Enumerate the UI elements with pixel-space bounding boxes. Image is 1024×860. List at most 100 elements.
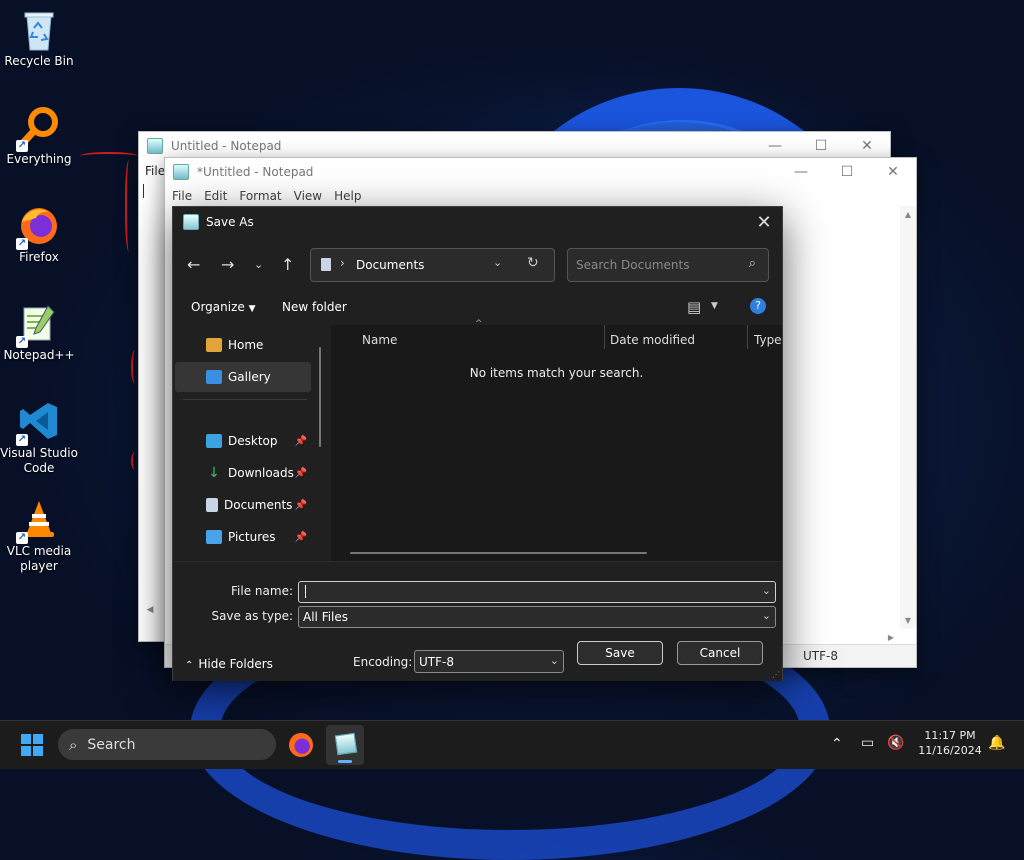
notepadpp-icon: ↗	[16, 302, 60, 348]
notepad-icon	[173, 164, 189, 180]
show-hidden-icons-chevron-icon[interactable]: ⌃	[831, 736, 843, 752]
menu-help[interactable]: Help	[334, 189, 361, 203]
close-button[interactable]: ✕	[844, 138, 890, 154]
title-bar[interactable]: Untitled - Notepad — ☐ ✕	[139, 132, 890, 160]
breadcrumb-documents[interactable]: Documents	[356, 258, 424, 272]
notepad-icon	[147, 138, 163, 154]
desktop-icon-vlc[interactable]: ↗ VLC media player	[0, 498, 78, 574]
minimize-button[interactable]: —	[752, 138, 798, 154]
search-input[interactable]: Search Documents ⌕	[567, 248, 769, 282]
menu-format[interactable]: Format	[239, 189, 281, 203]
taskbar-search-box[interactable]: ⌕ Search	[58, 729, 276, 760]
menu-view[interactable]: View	[294, 189, 322, 203]
title-bar[interactable]: *Untitled - Notepad — ☐ ✕	[165, 158, 916, 186]
column-header-name[interactable]: Name	[362, 327, 397, 353]
home-icon	[206, 338, 222, 352]
notification-bell-icon[interactable]: 🔔	[988, 735, 1005, 751]
chevron-down-icon: ▼	[248, 304, 256, 314]
sidebar-item-desktop[interactable]: Desktop 📌	[175, 426, 311, 456]
organize-button[interactable]: Organize ▼	[191, 300, 256, 314]
save-button[interactable]: Save	[577, 641, 663, 665]
sidebar-scrollbar[interactable]	[319, 347, 321, 447]
documents-icon	[321, 258, 331, 271]
save-as-type-select[interactable]: All Files ⌄	[298, 606, 776, 628]
pin-icon[interactable]: 📌	[295, 468, 307, 479]
column-separator[interactable]	[604, 325, 605, 349]
desktop-folder-icon	[206, 434, 222, 448]
minimize-button[interactable]: —	[778, 164, 824, 180]
recent-locations-chevron-icon[interactable]: ⌄	[254, 258, 263, 271]
desktop-icon-everything[interactable]: ↗ Everything	[0, 106, 78, 167]
address-dropdown-icon[interactable]: ⌄	[493, 256, 502, 269]
chevron-down-icon[interactable]: ⌄	[762, 609, 771, 622]
pin-icon[interactable]: 📌	[295, 500, 307, 511]
menu-file[interactable]: File	[172, 189, 192, 203]
encoding-select[interactable]: UTF-8 ⌄	[414, 650, 564, 673]
resize-grip-icon[interactable]: ⋰	[772, 670, 780, 679]
search-icon[interactable]: ⌕	[749, 256, 756, 271]
scroll-down-arrow-icon[interactable]: ▼	[900, 616, 916, 625]
window-title: Untitled - Notepad	[171, 139, 282, 153]
volume-muted-icon[interactable]: 🔇	[887, 735, 904, 751]
refresh-icon[interactable]: ↻	[527, 255, 539, 271]
dialog-title: Save As	[206, 215, 254, 229]
breadcrumb-chevron-icon: ›	[340, 256, 345, 270]
recycle-bin-icon	[18, 8, 60, 51]
save-as-dialog[interactable]: Save As ✕ ← → ⌄ ↑ › Documents ⌄ ↻ Search…	[172, 206, 783, 681]
sort-ascending-icon: ^	[475, 319, 483, 329]
network-icon[interactable]: ▭	[861, 735, 874, 751]
maximize-button[interactable]: ☐	[798, 138, 844, 154]
chevron-down-icon[interactable]: ⌄	[550, 654, 559, 667]
navigation-bar: ← → ⌄ ↑ › Documents ⌄ ↻ Search Documents…	[173, 247, 782, 283]
vertical-scrollbar[interactable]: ▲ ▼	[900, 206, 916, 629]
file-name-input[interactable]: ⌄	[298, 581, 776, 603]
scroll-right-arrow-icon[interactable]: ▶	[888, 633, 894, 642]
text-cursor	[143, 184, 144, 198]
desktop-icon-notepadpp[interactable]: ↗ Notepad++	[0, 302, 78, 363]
sidebar-item-downloads[interactable]: ↓ Downloads 📌	[175, 458, 311, 488]
column-header-type[interactable]: Type	[754, 327, 782, 353]
menu-edit[interactable]: Edit	[204, 189, 227, 203]
sidebar-item-pictures[interactable]: Pictures 📌	[175, 522, 311, 552]
back-arrow-icon[interactable]: ←	[187, 255, 200, 274]
annotation-mark	[125, 160, 135, 252]
pin-icon[interactable]: 📌	[295, 532, 307, 543]
column-header-date-modified[interactable]: Date modified	[610, 327, 695, 353]
pin-icon[interactable]: 📌	[295, 436, 307, 447]
file-list[interactable]: ^ Name Date modified Type No items match…	[331, 319, 782, 561]
view-dropdown-icon[interactable]: ▼	[711, 301, 718, 311]
help-icon[interactable]: ?	[750, 298, 766, 314]
downloads-icon: ↓	[208, 465, 220, 481]
desktop-icon-recycle-bin[interactable]: Recycle Bin	[0, 8, 78, 69]
desktop-icon-firefox[interactable]: ↗ Firefox	[0, 204, 78, 265]
notepad-taskbar-button[interactable]	[326, 725, 364, 765]
start-button[interactable]	[21, 734, 43, 756]
horizontal-scrollbar[interactable]	[350, 552, 647, 554]
column-separator[interactable]	[747, 325, 748, 349]
up-arrow-icon[interactable]: ↑	[281, 255, 294, 274]
scroll-up-arrow-icon[interactable]: ▲	[900, 210, 916, 219]
forward-arrow-icon[interactable]: →	[221, 255, 234, 274]
maximize-button[interactable]: ☐	[824, 164, 870, 180]
dialog-title-bar[interactable]: Save As ✕	[173, 207, 782, 237]
hide-folders-button[interactable]: ⌃ Hide Folders	[185, 657, 273, 671]
cancel-button[interactable]: Cancel	[677, 641, 763, 665]
active-indicator	[338, 760, 352, 763]
desktop-icon-vscode[interactable]: ↗ Visual Studio Code	[0, 400, 78, 476]
vlc-icon: ↗	[16, 498, 60, 544]
view-options-icon[interactable]: ▤	[687, 298, 701, 316]
shortcut-arrow-icon: ↗	[16, 238, 28, 250]
firefox-taskbar-icon[interactable]	[289, 733, 313, 757]
windows-logo-tile	[33, 734, 43, 744]
address-bar[interactable]: › Documents ⌄ ↻	[310, 248, 555, 282]
scroll-left-arrow-icon[interactable]: ◀	[139, 605, 161, 619]
menu-file[interactable]: File	[145, 164, 165, 178]
sidebar-item-documents[interactable]: Documents 📌	[175, 490, 311, 520]
chevron-down-icon[interactable]: ⌄	[762, 584, 771, 597]
sidebar-item-gallery[interactable]: Gallery	[175, 362, 311, 392]
clock[interactable]: 11:17 PM 11/16/2024	[917, 728, 983, 758]
close-button[interactable]: ✕	[870, 164, 916, 180]
close-icon[interactable]: ✕	[746, 212, 782, 233]
new-folder-button[interactable]: New folder	[282, 300, 347, 314]
sidebar-item-home[interactable]: Home	[175, 330, 311, 360]
